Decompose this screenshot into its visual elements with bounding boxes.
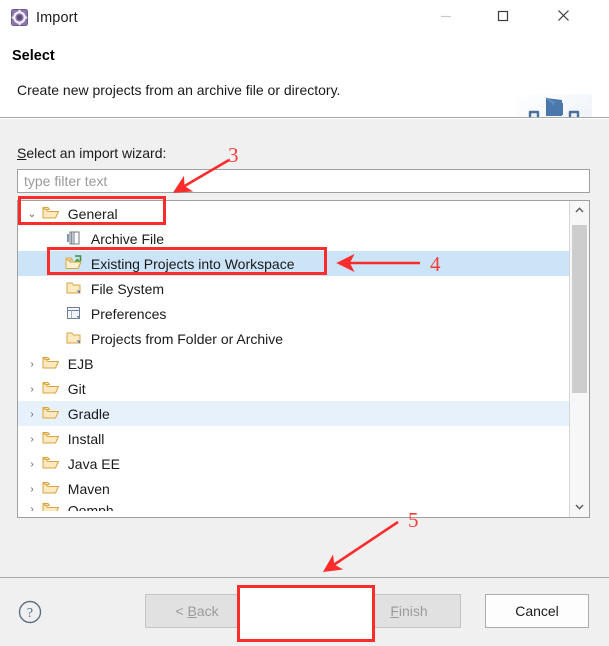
- next-button-mnemonic: N: [282, 603, 293, 619]
- tree-item-label: Existing Projects into Workspace: [90, 255, 295, 272]
- back-button-prefix: <: [175, 603, 188, 619]
- tree-item-java-ee[interactable]: › Java EE: [18, 451, 569, 476]
- folder-icon: [65, 329, 83, 345]
- page-description: Create new projects from an archive file…: [17, 82, 341, 98]
- open-folder-icon: [42, 404, 60, 420]
- wizard-header: Select Create new projects from an archi…: [0, 40, 609, 148]
- annotation-number-3: 3: [228, 143, 239, 167]
- scroll-up-button[interactable]: [570, 201, 589, 220]
- chevron-right-icon[interactable]: ›: [26, 402, 38, 427]
- tree-rows-container: ⌄ General Archive File Existing Projects…: [18, 201, 569, 517]
- scroll-down-button[interactable]: [570, 498, 589, 517]
- chevron-down-icon[interactable]: ⌄: [26, 202, 38, 227]
- chevron-right-icon[interactable]: ›: [26, 427, 38, 452]
- tree-item-general[interactable]: ⌄ General: [18, 201, 569, 226]
- finish-button-mnemonic: F: [390, 603, 399, 619]
- tree-item-label: General: [67, 205, 118, 222]
- close-icon: [540, 9, 586, 22]
- filter-input[interactable]: [17, 169, 590, 193]
- back-button-mnemonic: B: [187, 603, 197, 619]
- import-folder-icon: [65, 254, 83, 270]
- chevron-right-icon[interactable]: ›: [26, 505, 38, 511]
- tree-item-label: Preferences: [90, 305, 167, 322]
- tree-item-label: Archive File: [90, 230, 165, 247]
- finish-button[interactable]: Finish: [357, 594, 461, 628]
- tree-item-label: Gradle: [67, 405, 110, 422]
- back-button-rest: ack: [196, 603, 219, 619]
- folder-icon: [65, 279, 83, 295]
- open-folder-icon: [42, 354, 60, 370]
- tree-item-install[interactable]: › Install: [18, 426, 569, 451]
- tree-item-gradle[interactable]: › Gradle: [18, 401, 569, 426]
- tree-item-preferences[interactable]: Preferences: [18, 301, 569, 326]
- open-folder-icon: [42, 454, 60, 470]
- chevron-right-icon[interactable]: ›: [26, 377, 38, 402]
- tree-item-label: Install: [67, 430, 105, 447]
- open-folder-icon: [42, 501, 60, 511]
- chevron-down-icon: [570, 504, 589, 510]
- tree-item-label: Projects from Folder or Archive: [90, 330, 284, 347]
- tree-item-label: File System: [90, 280, 165, 297]
- tree-item-file-system[interactable]: File System: [18, 276, 569, 301]
- tree-item-maven[interactable]: › Maven: [18, 476, 569, 501]
- svg-text:?: ?: [27, 606, 33, 621]
- eclipse-import-icon: [11, 9, 28, 26]
- tree-item-label: Git: [67, 380, 86, 397]
- finish-button-rest: inish: [398, 603, 428, 619]
- minimize-icon: [423, 10, 469, 22]
- open-folder-icon: [42, 379, 60, 395]
- chevron-right-icon[interactable]: ›: [26, 352, 38, 377]
- scrollbar-thumb[interactable]: [572, 225, 587, 393]
- tree-item-projects-from-folder-or-archive[interactable]: Projects from Folder or Archive: [18, 326, 569, 351]
- tree-vertical-scrollbar[interactable]: [569, 201, 589, 517]
- back-button[interactable]: < Back: [145, 594, 249, 628]
- tree-item-archive-file[interactable]: Archive File: [18, 226, 569, 251]
- tree-item-label: Oomph: [67, 502, 114, 511]
- annotation-number-5: 5: [408, 508, 419, 532]
- tree-item-git[interactable]: › Git: [18, 376, 569, 401]
- annotation-number-4: 4: [430, 252, 441, 276]
- tree-item-oomph[interactable]: › Oomph: [18, 501, 569, 511]
- next-button[interactable]: Next >: [251, 594, 355, 628]
- tree-item-ejb[interactable]: › EJB: [18, 351, 569, 376]
- wizard-label-mnemonic: S: [17, 145, 27, 161]
- archive-file-icon: [65, 229, 83, 245]
- open-folder-icon: [42, 204, 60, 220]
- page-title: Select: [12, 48, 55, 64]
- help-icon[interactable]: ?: [17, 599, 43, 625]
- cancel-button[interactable]: Cancel: [485, 594, 589, 628]
- maximize-icon: [480, 10, 526, 22]
- tree-item-label: EJB: [67, 355, 94, 372]
- tree-item-label: Maven: [67, 480, 110, 497]
- import-wizard-tree[interactable]: ⌄ General Archive File Existing Projects…: [17, 200, 590, 518]
- window-title: Import: [36, 10, 78, 26]
- dialog-body: Select an import wizard: ⌄ General: [0, 119, 609, 577]
- chevron-right-icon[interactable]: ›: [26, 477, 38, 502]
- preferences-icon: [65, 304, 83, 320]
- next-button-rest: ext >: [292, 603, 324, 619]
- minimize-button[interactable]: [423, 0, 469, 31]
- title-bar: Import: [0, 0, 609, 40]
- tree-item-label: Java EE: [67, 455, 120, 472]
- wizard-label-rest: elect an import wizard:: [26, 145, 167, 161]
- import-dialog: Import Select Create new projects from a…: [0, 0, 609, 646]
- dialog-footer: ? < Back Next > Finish Cancel https://bl…: [0, 578, 609, 646]
- maximize-button[interactable]: [480, 0, 526, 31]
- chevron-up-icon: [570, 207, 589, 213]
- chevron-right-icon[interactable]: ›: [26, 452, 38, 477]
- open-folder-icon: [42, 479, 60, 495]
- tree-item-existing-projects-into-workspace[interactable]: Existing Projects into Workspace: [18, 251, 569, 276]
- open-folder-icon: [42, 429, 60, 445]
- cancel-button-label: Cancel: [515, 603, 559, 619]
- close-button[interactable]: [540, 0, 586, 31]
- wizard-select-label: Select an import wizard:: [17, 145, 166, 161]
